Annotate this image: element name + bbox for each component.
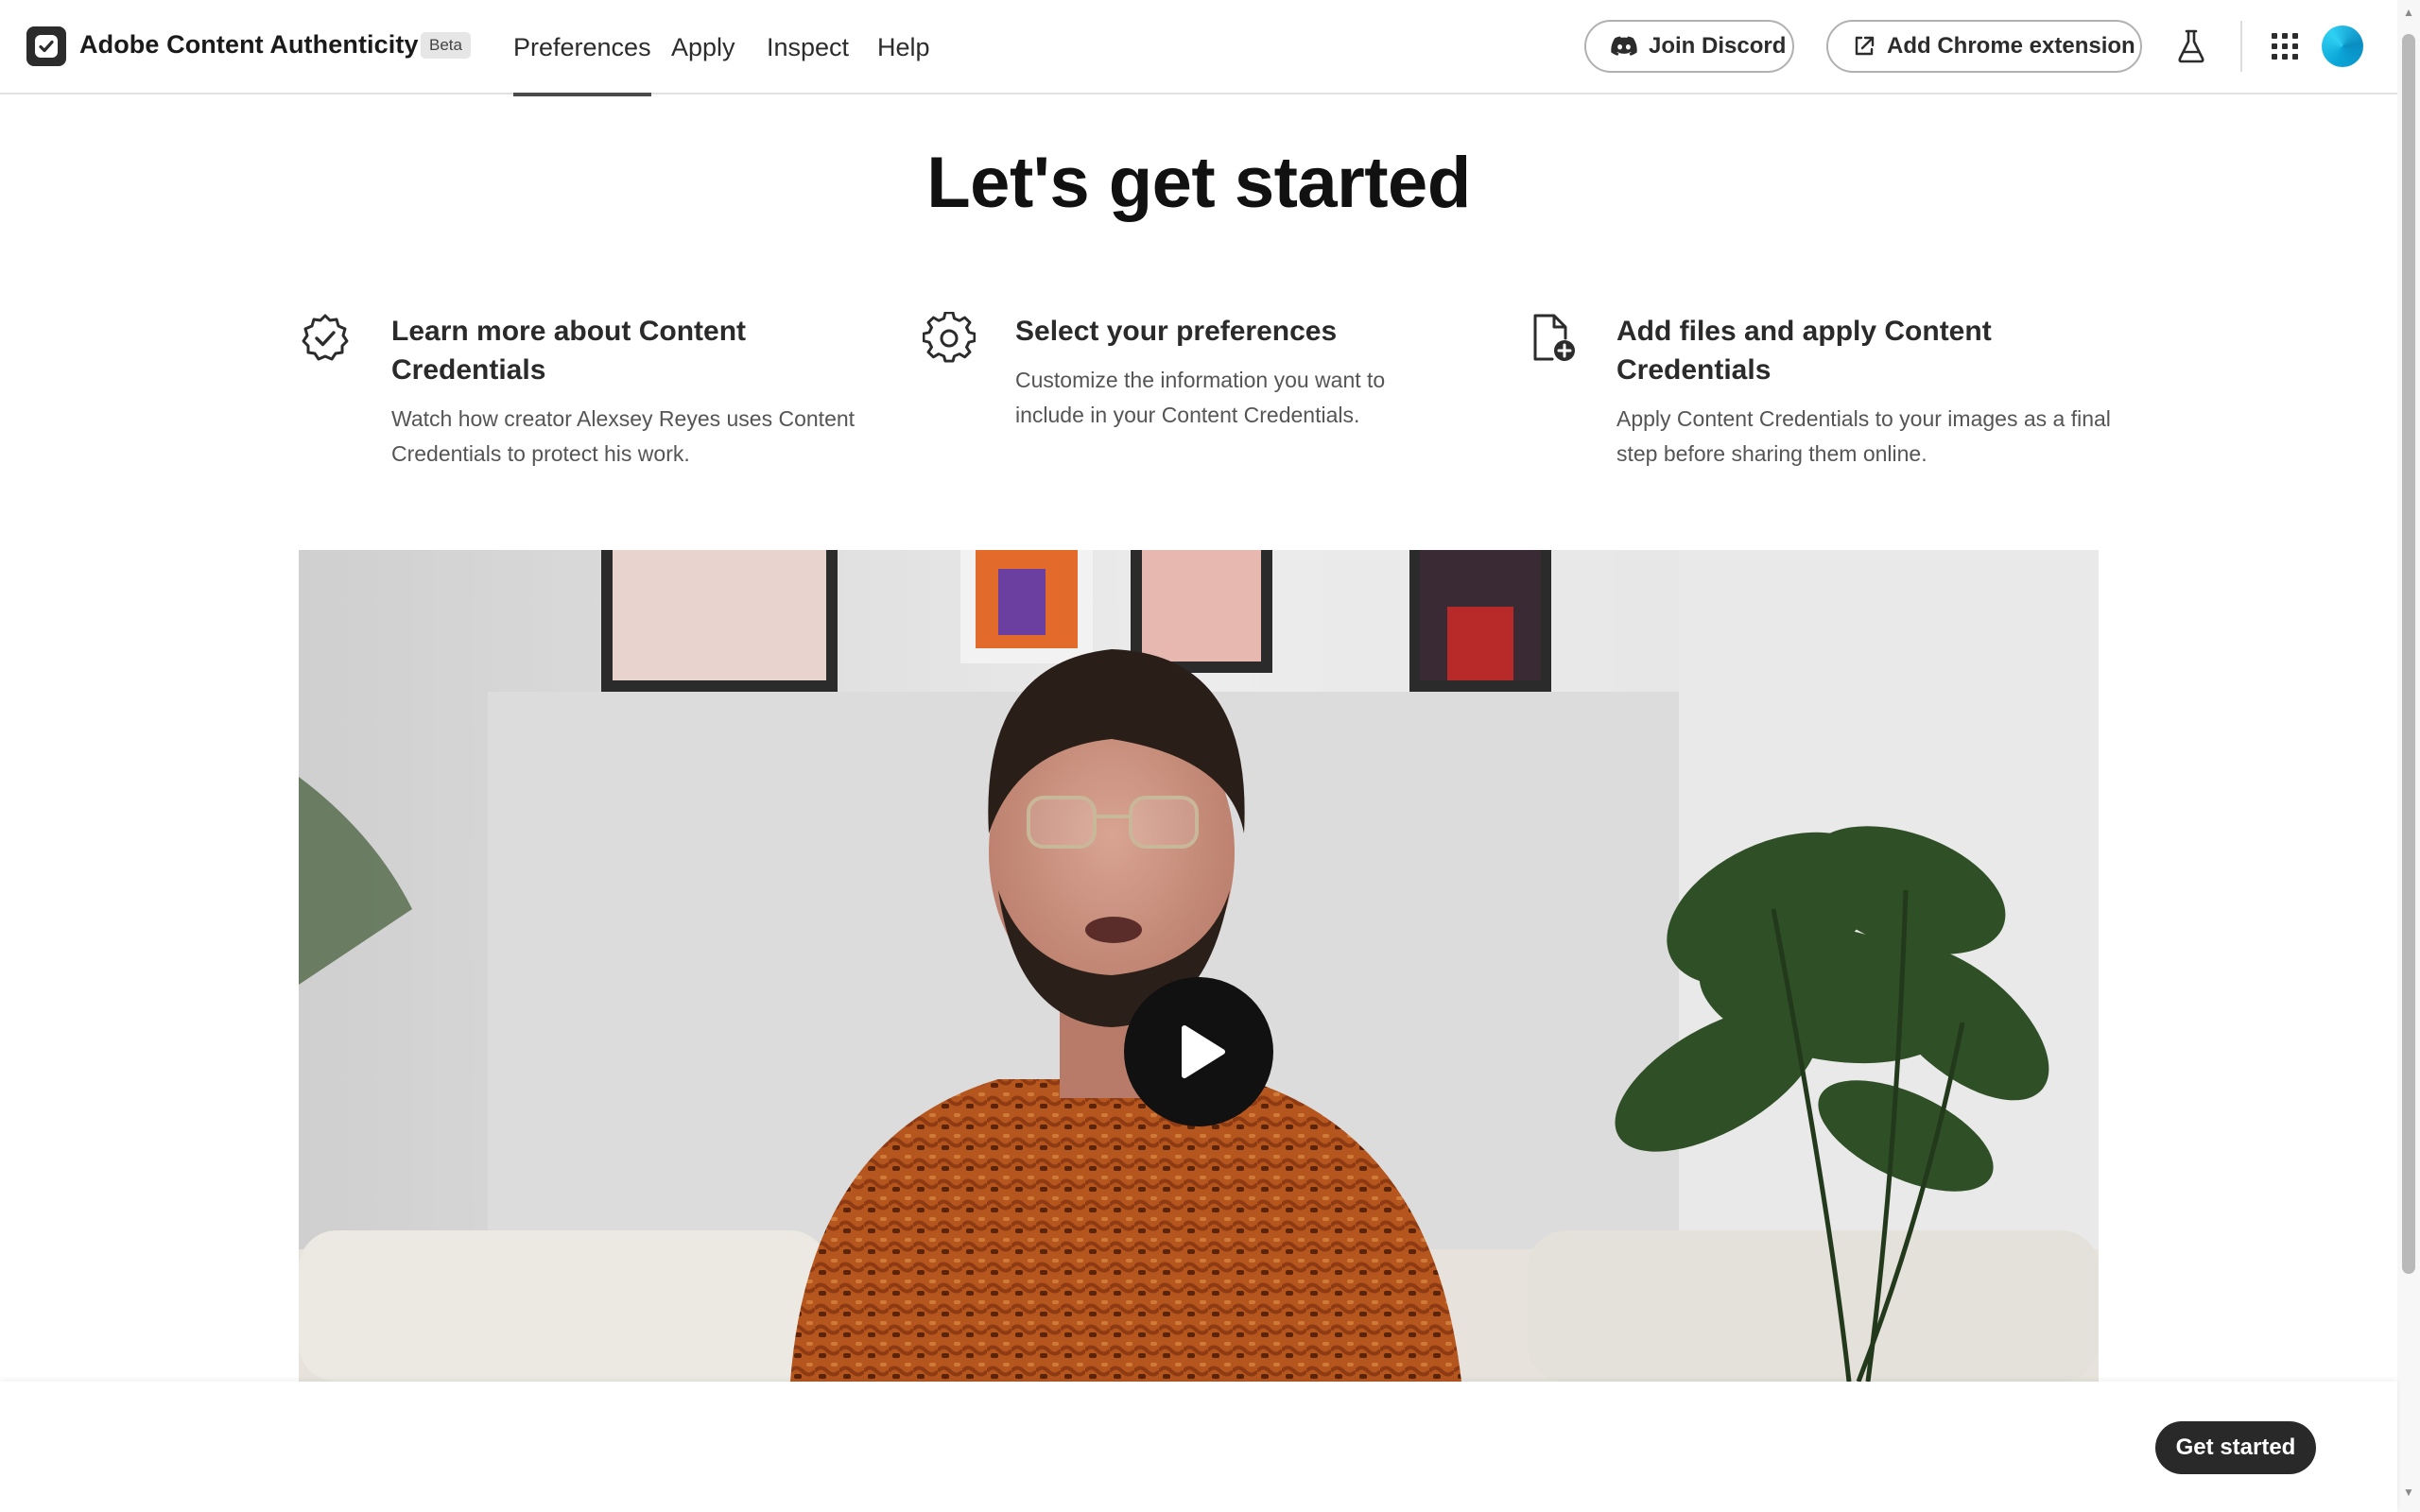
play-icon [1182,1025,1225,1078]
join-discord-button[interactable]: Join Discord [1584,20,1794,73]
step-title: Learn more about Content Credentials [391,316,747,386]
step-description: Customize the information you want to in… [1015,368,1386,427]
tab-preferences[interactable]: Preferences [513,0,651,96]
join-discord-label: Join Discord [1649,33,1787,59]
beta-badge: Beta [421,32,471,59]
app-switcher-button[interactable] [2269,30,2301,62]
scroll-down-arrow[interactable]: ▼ [2401,1486,2416,1499]
step-description: Apply Content Credentials to your images… [1616,406,2111,466]
checkmark-shield-icon [35,35,58,58]
app-name: Adobe Content Authenticity [79,30,419,59]
app-logo[interactable] [26,26,66,66]
step-description: Watch how creator Alexsey Reyes uses Con… [391,406,856,466]
step-title: Add files and apply Content Credentials [1616,316,1992,386]
flask-icon [2178,29,2204,63]
gear-icon [923,312,976,363]
top-bar: Adobe Content Authenticity Beta Preferen… [0,0,2397,96]
bottom-action-bar [0,1382,2397,1512]
verified-badge-icon [302,314,349,361]
tab-help[interactable]: Help [877,0,930,94]
labs-button[interactable] [2174,26,2208,66]
step-title: Select your preferences [1015,316,1338,347]
discord-icon [1611,36,1637,56]
play-video-button[interactable] [1124,977,1273,1126]
tab-inspect[interactable]: Inspect [767,0,849,94]
app-grid-icon [2272,33,2298,60]
external-link-icon [1855,36,1875,56]
scroll-up-arrow[interactable]: ▲ [2401,6,2416,19]
file-add-icon [1533,314,1575,361]
get-started-button[interactable]: Get started [2155,1421,2316,1474]
video-thumbnail [299,550,2099,1382]
add-chrome-extension-label: Add Chrome extension [1887,33,2135,59]
intro-video[interactable] [299,550,2099,1382]
header-divider [2240,21,2242,72]
avatar[interactable] [2322,26,2363,67]
scrollbar-thumb[interactable] [2402,34,2415,1274]
add-chrome-extension-button[interactable]: Add Chrome extension [1826,20,2142,73]
tab-apply[interactable]: Apply [671,0,735,94]
page-title: Let's get started [926,143,1471,223]
